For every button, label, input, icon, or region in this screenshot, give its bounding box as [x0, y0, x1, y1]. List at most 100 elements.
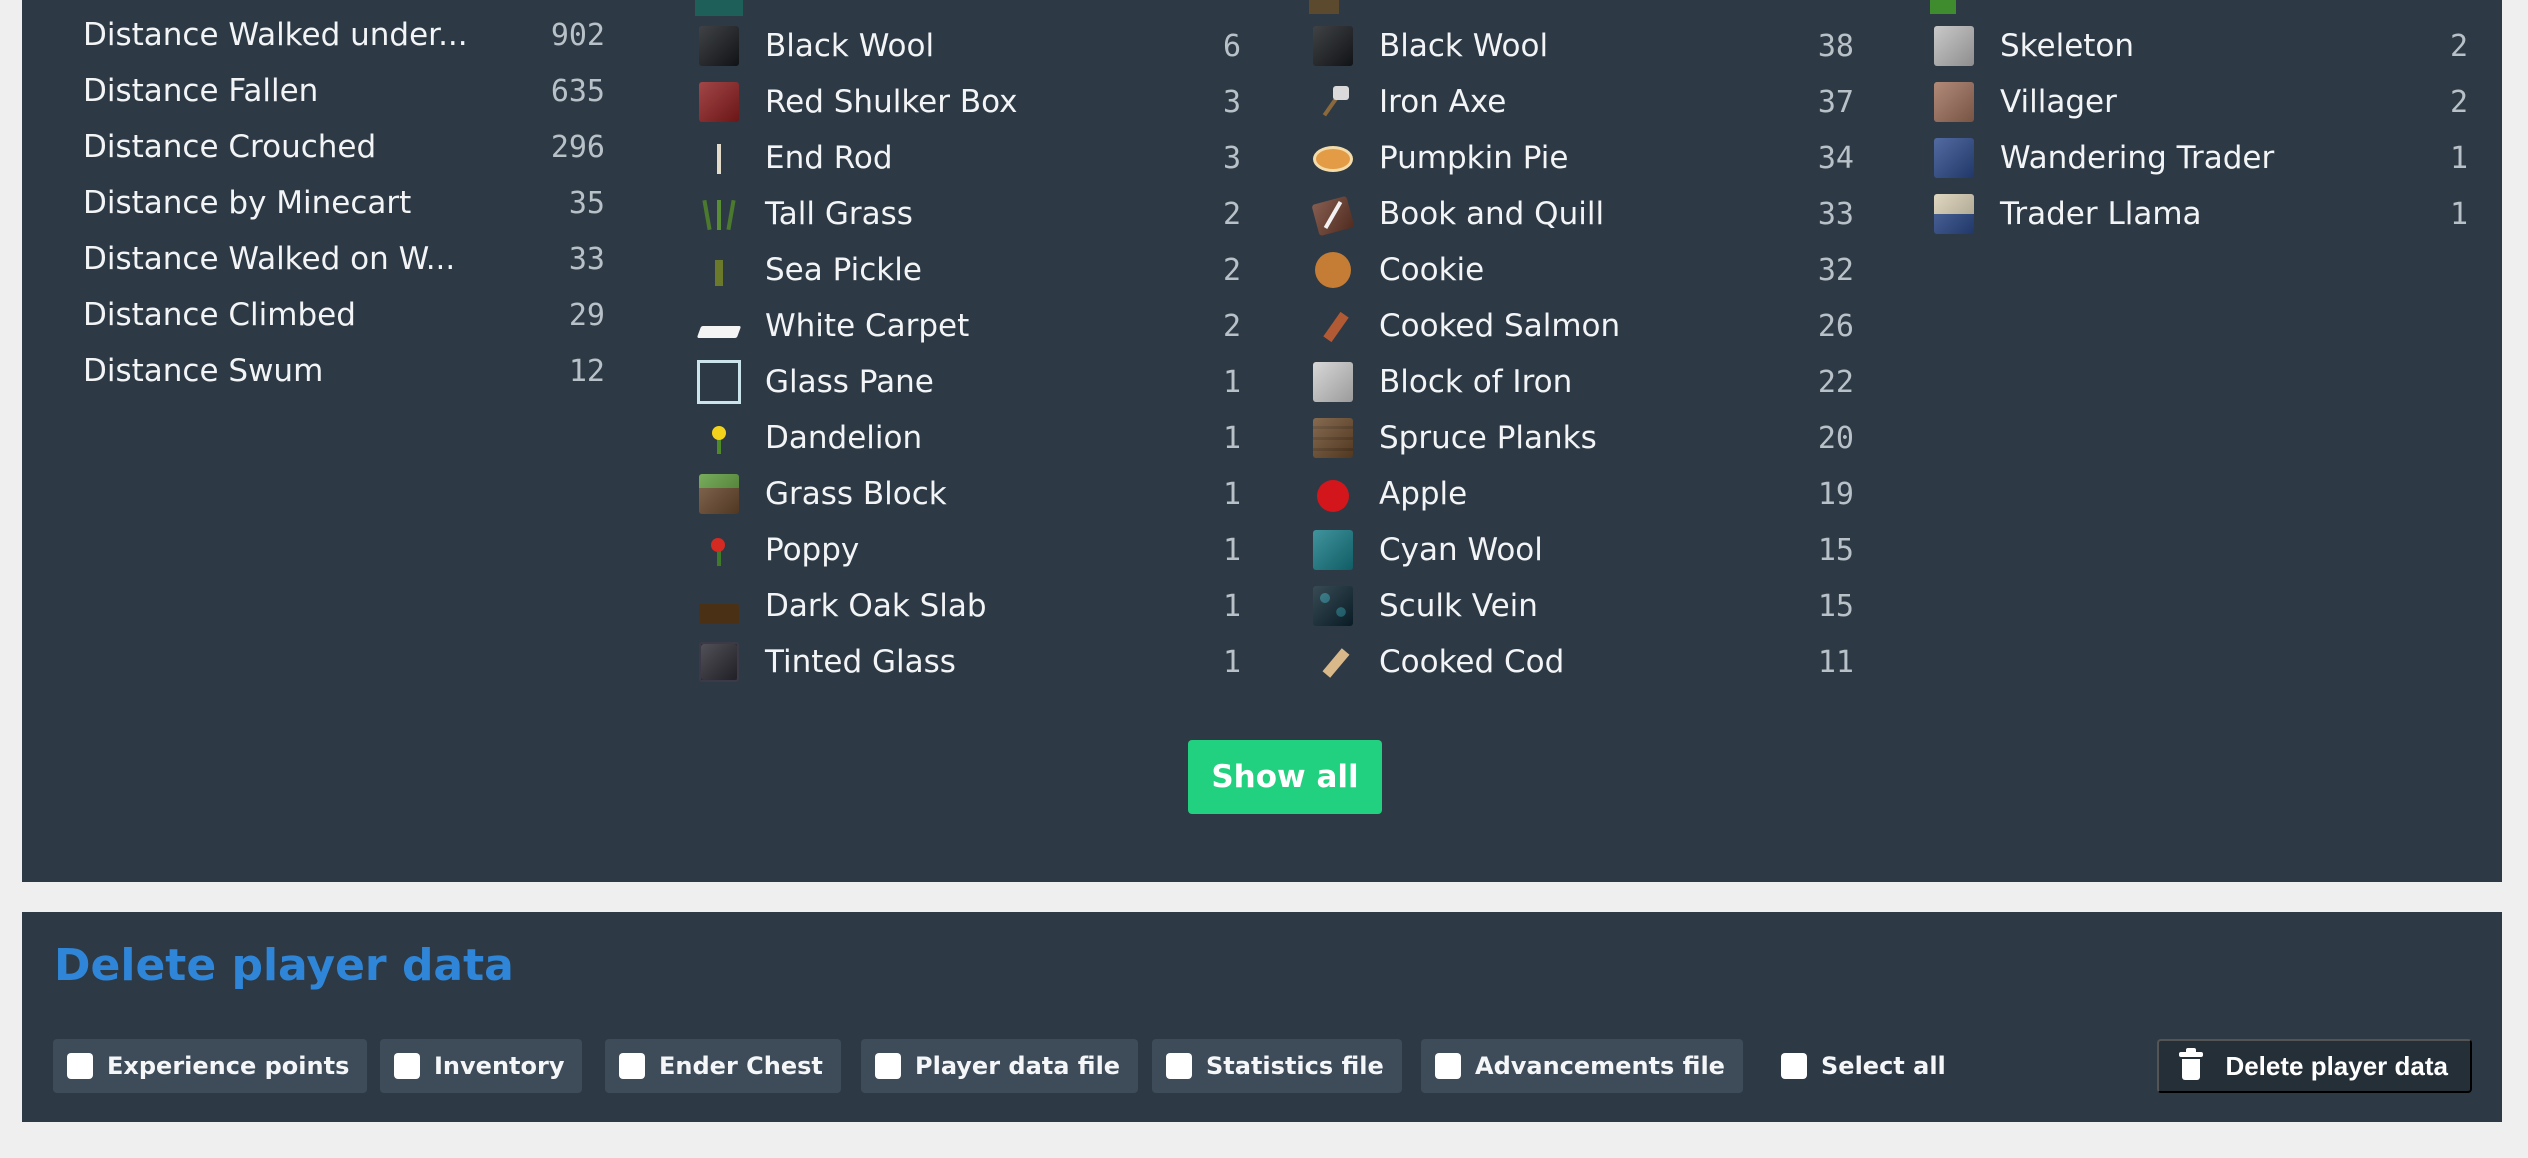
- stat-row: Distance Swum 12: [83, 346, 605, 396]
- stat-value: 29: [568, 297, 605, 333]
- checkbox-box[interactable]: [1435, 1053, 1461, 1079]
- list-item: Pumpkin Pie 34: [1309, 133, 1854, 183]
- checkbox-box[interactable]: [67, 1053, 93, 1079]
- skeleton-icon: [1930, 22, 1978, 70]
- trash-icon: [2179, 1048, 2204, 1080]
- list-item: Sculk Vein 15: [1309, 581, 1854, 631]
- checkbox-box[interactable]: [1781, 1053, 1807, 1079]
- iron-axe-icon: [1309, 78, 1357, 126]
- select-all-checkbox[interactable]: Select all: [1767, 1039, 1964, 1093]
- item-label: Tinted Glass: [765, 644, 956, 680]
- cooked-salmon-icon: [1309, 302, 1357, 350]
- checkbox-box[interactable]: [875, 1053, 901, 1079]
- stat-row: Distance by Minecart 35: [83, 178, 605, 228]
- block-of-iron-icon: [1309, 358, 1357, 406]
- cyan-wool-icon: [1309, 526, 1357, 574]
- sculk-vein-icon: [1309, 582, 1357, 630]
- item-label: Red Shulker Box: [765, 84, 1018, 120]
- inventory-checkbox[interactable]: Inventory: [380, 1039, 583, 1093]
- item-label: Cyan Wool: [1379, 532, 1543, 568]
- stat-row: Distance Crouched 296: [83, 122, 605, 172]
- item-value: 2: [1222, 252, 1241, 288]
- checkbox-box[interactable]: [619, 1053, 645, 1079]
- stat-label: Distance Walked under...: [83, 17, 468, 53]
- item-value: 37: [1817, 84, 1854, 120]
- player-data-file-checkbox[interactable]: Player data file: [861, 1039, 1139, 1093]
- apple-icon: [1309, 470, 1357, 518]
- stat-value: 902: [550, 17, 605, 53]
- list-item: End Rod 3: [695, 133, 1241, 183]
- ender-chest-checkbox[interactable]: Ender Chest: [605, 1039, 841, 1093]
- item-value: 19: [1817, 476, 1854, 512]
- item-value: 15: [1817, 588, 1854, 624]
- stat-value: 35: [568, 185, 605, 221]
- villager-icon: [1930, 78, 1978, 126]
- item-value: 1: [1222, 364, 1241, 400]
- black-wool-icon: [695, 22, 743, 70]
- item-label: Black Wool: [1379, 28, 1549, 64]
- list-item: Red Shulker Box 3: [695, 77, 1241, 127]
- checkbox-label: Player data file: [915, 1052, 1121, 1080]
- item-label: Sea Pickle: [765, 252, 922, 288]
- list-item: Poppy 1: [695, 525, 1241, 575]
- statistics-file-checkbox[interactable]: Statistics file: [1152, 1039, 1402, 1093]
- cropped-item-icon: [1309, 0, 1339, 14]
- grass-block-icon: [695, 470, 743, 518]
- item-value: 1: [2449, 196, 2468, 232]
- item-value: 22: [1817, 364, 1854, 400]
- item-value: 15: [1817, 532, 1854, 568]
- wandering-trader-icon: [1930, 134, 1978, 182]
- tall-grass-icon: [695, 190, 743, 238]
- delete-player-data-button[interactable]: Delete player data: [2157, 1039, 2472, 1093]
- list-item: Cyan Wool 15: [1309, 525, 1854, 575]
- pumpkin-pie-icon: [1309, 134, 1357, 182]
- end-rod-icon: [695, 134, 743, 182]
- list-item: Glass Pane 1: [695, 357, 1241, 407]
- show-all-button[interactable]: Show all: [1188, 740, 1382, 814]
- list-item: Iron Axe 37: [1309, 77, 1854, 127]
- list-item: Apple 19: [1309, 469, 1854, 519]
- black-wool-icon: [1309, 22, 1357, 70]
- item-label: Spruce Planks: [1379, 420, 1597, 456]
- checkbox-label: Select all: [1821, 1052, 1946, 1080]
- checkbox-label: Inventory: [434, 1052, 565, 1080]
- list-item: Cookie 32: [1309, 245, 1854, 295]
- list-item: Tall Grass 2: [695, 189, 1241, 239]
- item-value: 11: [1817, 644, 1854, 680]
- item-value: 1: [1222, 532, 1241, 568]
- item-value: 26: [1817, 308, 1854, 344]
- checkbox-label: Statistics file: [1206, 1052, 1384, 1080]
- item-value: 3: [1222, 140, 1241, 176]
- item-label: Sculk Vein: [1379, 588, 1538, 624]
- item-label: Block of Iron: [1379, 364, 1573, 400]
- item-label: Villager: [2000, 84, 2117, 120]
- cooked-cod-icon: [1309, 638, 1357, 686]
- list-item: Grass Block 1: [695, 469, 1241, 519]
- dark-oak-slab-icon: [695, 582, 743, 630]
- advancements-file-checkbox[interactable]: Advancements file: [1421, 1039, 1743, 1093]
- stat-row: Distance Climbed 29: [83, 290, 605, 340]
- checkbox-box[interactable]: [394, 1053, 420, 1079]
- item-label: Dark Oak Slab: [765, 588, 987, 624]
- item-label: End Rod: [765, 140, 893, 176]
- item-value: 34: [1817, 140, 1854, 176]
- checkbox-box[interactable]: [1166, 1053, 1192, 1079]
- cropped-item-icon: [695, 0, 743, 16]
- list-item: Black Wool 6: [695, 21, 1241, 71]
- item-value: 1: [1222, 588, 1241, 624]
- list-item: Tinted Glass 1: [695, 637, 1241, 687]
- item-label: Grass Block: [765, 476, 947, 512]
- item-value: 2: [2449, 28, 2468, 64]
- delete-button-label: Delete player data: [2225, 1050, 2448, 1081]
- glass-pane-icon: [695, 358, 743, 406]
- list-item: Cooked Cod 11: [1309, 637, 1854, 687]
- book-and-quill-icon: [1309, 190, 1357, 238]
- item-label: Skeleton: [2000, 28, 2135, 64]
- list-item: Spruce Planks 20: [1309, 413, 1854, 463]
- dandelion-icon: [695, 414, 743, 462]
- item-value: 38: [1817, 28, 1854, 64]
- stat-label: Distance by Minecart: [83, 185, 412, 221]
- experience-points-checkbox[interactable]: Experience points: [53, 1039, 368, 1093]
- stat-label: Distance Swum: [83, 353, 324, 389]
- item-value: 1: [1222, 644, 1241, 680]
